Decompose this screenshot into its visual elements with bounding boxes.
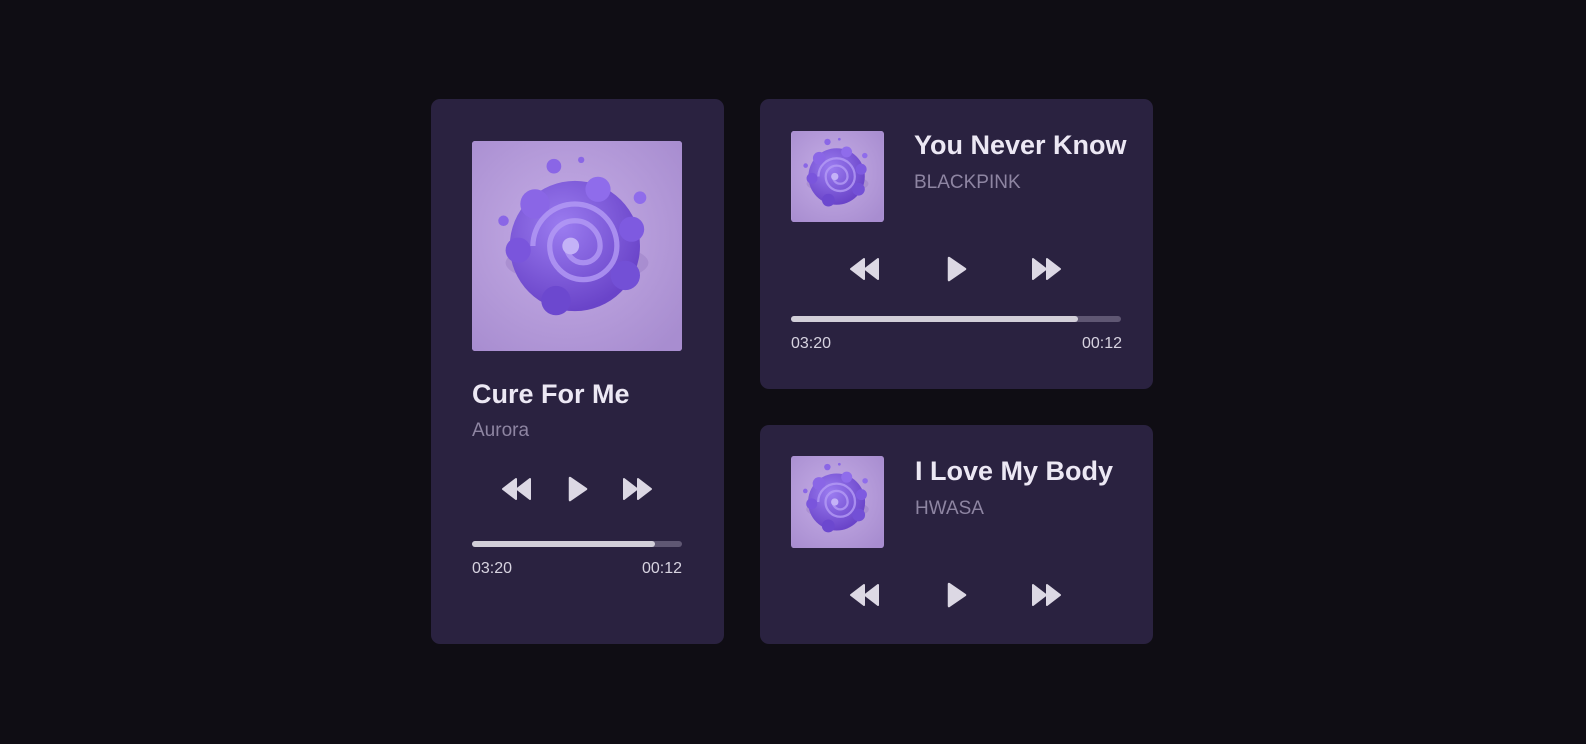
music-player-card-compact: You Never Know BLACKPINK 03:20 00:12 [760,99,1153,389]
play-button[interactable] [561,475,593,503]
fast-forward-button[interactable] [1030,255,1062,283]
play-icon [940,255,972,283]
artist-name: Aurora [472,420,530,441]
play-icon [940,581,972,609]
artist-name: HWASA [915,498,984,519]
song-title: I Love My Body [915,456,1114,486]
play-button[interactable] [940,255,972,283]
album-art [791,131,884,222]
fast-forward-icon [621,475,653,503]
progress-bar[interactable] [791,316,1121,322]
elapsed-time: 03:20 [472,560,513,577]
artist-name: BLACKPINK [914,172,1021,193]
fast-forward-icon [1030,581,1062,609]
progress-fill [472,541,655,547]
rewind-button[interactable] [849,255,881,283]
rewind-button[interactable] [849,581,881,609]
song-title: You Never Know [914,130,1127,160]
play-icon [561,475,593,503]
remaining-time: 00:12 [641,560,682,577]
music-player-card-large: Cure For Me Aurora 03:20 00:12 [431,99,724,644]
rewind-icon [849,255,881,283]
progress-bar[interactable] [472,541,682,547]
rewind-icon [501,475,533,503]
album-art [791,456,884,548]
album-art [472,141,682,351]
fast-forward-button[interactable] [1030,581,1062,609]
fast-forward-button[interactable] [621,475,653,503]
rewind-button[interactable] [501,475,533,503]
music-player-card-compact: I Love My Body HWASA [760,425,1153,644]
play-button[interactable] [940,581,972,609]
progress-fill [791,316,1079,322]
song-title: Cure For Me [472,379,630,409]
fast-forward-icon [1030,255,1062,283]
remaining-time: 00:12 [1081,335,1122,352]
elapsed-time: 03:20 [791,335,832,352]
rewind-icon [849,581,881,609]
